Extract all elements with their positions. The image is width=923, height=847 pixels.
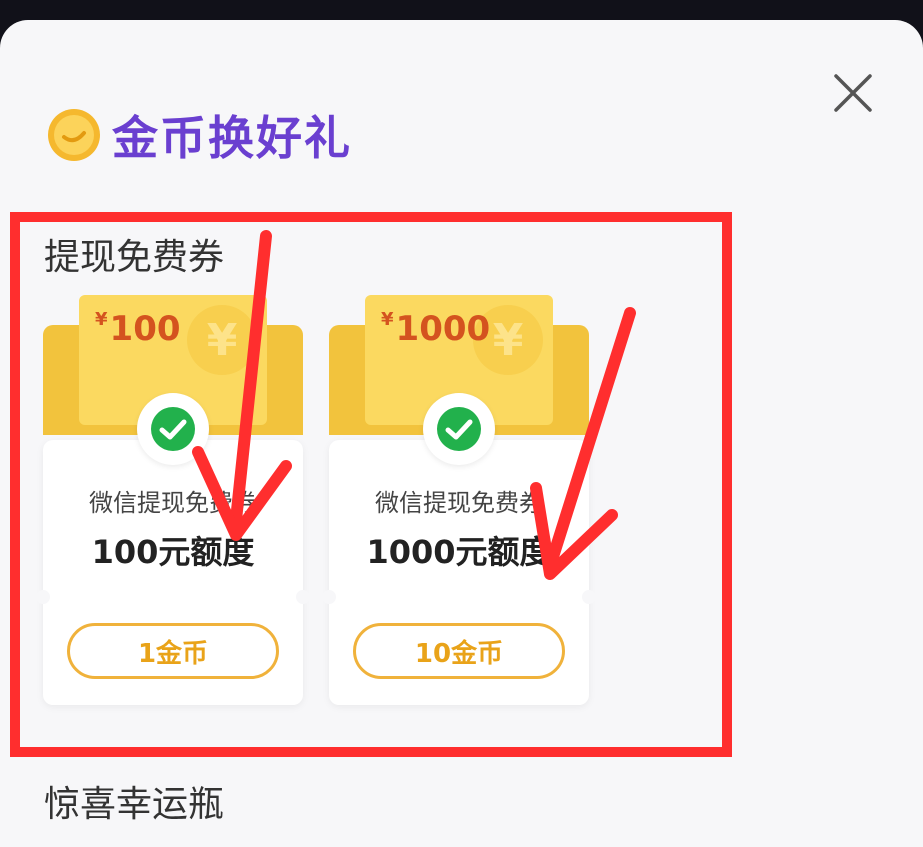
section-title-lucky-bottle: 惊喜幸运瓶 [44, 784, 225, 825]
coupon-amount: ¥100 [95, 309, 181, 349]
coupon-quota: 1000元额度 [366, 533, 552, 571]
coupon-label: 微信提现免费券 [375, 489, 543, 517]
section-title-withdraw-coupons: 提现免费券 [44, 237, 225, 278]
coupon-amount: ¥1000 [381, 309, 491, 349]
redeem-button[interactable]: 10金币 [353, 623, 565, 679]
wechat-icon [423, 393, 495, 465]
wechat-icon [137, 393, 209, 465]
bottom-sheet: 金币换好礼 提现免费券 ¥ ¥100 微信提现免费券 100元额度 1金币 ¥ [0, 20, 923, 847]
close-icon[interactable] [830, 70, 876, 116]
coupon-card[interactable]: ¥ ¥1000 微信提现免费券 1000元额度 10金币 [322, 295, 596, 705]
redeem-button[interactable]: 1金币 [67, 623, 279, 679]
sheet-header: 金币换好礼 [46, 102, 352, 168]
coin-icon [48, 109, 100, 161]
page-title: 金币换好礼 [112, 111, 352, 165]
coupon-card[interactable]: ¥ ¥100 微信提现免费券 100元额度 1金币 [36, 295, 310, 705]
yen-watermark-icon: ¥ [187, 305, 257, 375]
coupon-label: 微信提现免费券 [89, 489, 257, 517]
coupon-quota: 100元额度 [91, 533, 255, 571]
